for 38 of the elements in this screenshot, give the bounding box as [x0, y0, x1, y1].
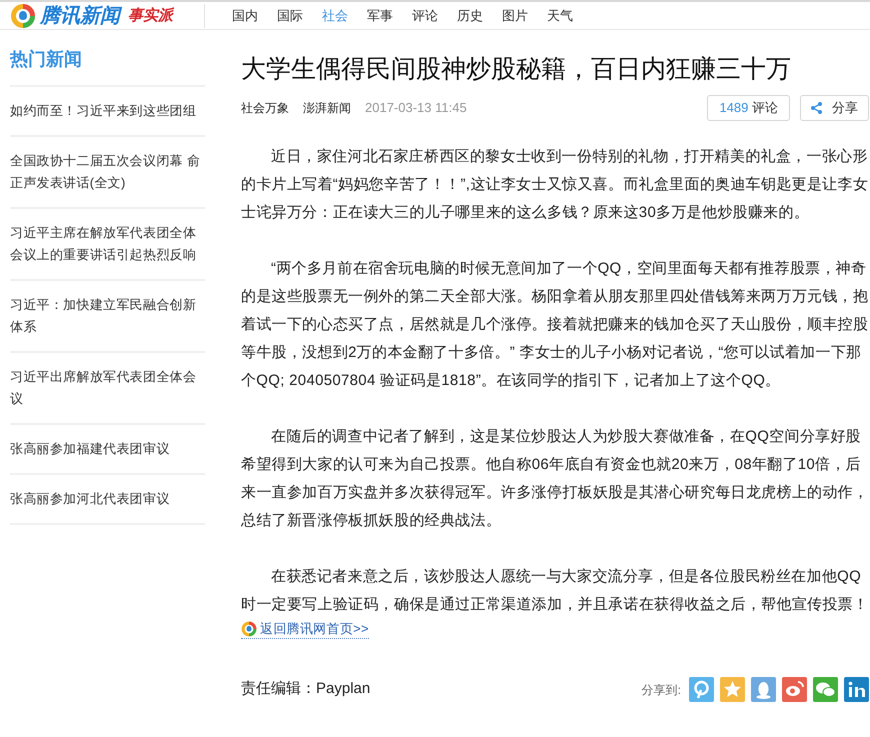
share-to-label: 分享到: [642, 682, 681, 698]
eye-icon[interactable] [782, 677, 807, 702]
news-link[interactable]: 张高丽参加河北代表团审议 [10, 488, 202, 510]
news-link[interactable]: 张高丽参加福建代表团审议 [10, 438, 202, 460]
logo-icon [241, 621, 257, 637]
news-link[interactable]: 如约而至！习近平来到这些团组 [10, 100, 202, 122]
article-title: 大学生偶得民间股神炒股秘籍，百日内狂赚三十万 [241, 54, 792, 85]
article-paragraph: 近日，家住河北石家庄桥西区的黎女士收到一份特别的礼物，打开精美的礼盒，一张心形的卡片上写着“妈妈您辛苦了！！”,这让李女士又惊又喜。而礼盒里面的奥迪车钥匙更是让李女士诧异万分：正在读大三的儿子哪里来的这么多钱？原来这30多万是他炒股赚来的。 [241, 147, 869, 223]
nav-link[interactable]: 军事 [367, 6, 393, 26]
penguin-icon[interactable] [751, 677, 776, 702]
chat-bubbles-icon[interactable] [813, 677, 838, 702]
category-link[interactable]: 社会万象 [241, 99, 289, 117]
sidebar-title: 热门新闻 [10, 30, 205, 87]
source-text: 澎湃新闻 [303, 100, 351, 117]
article-paragraph: “两个多月前在宿舍玩电脑的时候无意间加了一个QQ，空间里面每天都有推荐股票，神奇的是这些股票无一例外的第二天全部大涨。杨阳拿着从朋友那里四处借钱筹来两万万元钱，抱着试一下的心态买了点，居然就是几个涨停。接着就把赚来的钱加仓买了天山股份，顺丰控股等牛股，没想到2万的本金翻了十多倍。” 李女士的儿子小杨对记者说，“您可以试着加一下那个QQ; 2040507804 验证码是1818”。在该同学的指引下，记者加上了这个QQ。 [241, 259, 869, 391]
share-button[interactable]: 分享 [800, 95, 869, 121]
comment-button[interactable]: 1489 评论 [707, 95, 790, 121]
news-link[interactable]: 习近平：加快建立军民融合创新体系 [10, 294, 202, 338]
nav-link[interactable]: 图片 [502, 6, 528, 26]
share-pin-icon[interactable] [689, 677, 714, 702]
news-link[interactable]: 习近平主席在解放军代表团全体会议上的重要讲话引起热烈反响 [10, 222, 202, 266]
linkedin-icon[interactable] [844, 677, 869, 702]
channel-logo-text: 事实派 [128, 5, 173, 26]
nav-link[interactable]: 国际 [277, 6, 303, 26]
logo-text[interactable]: 腾讯新闻 [40, 6, 120, 26]
nav-link[interactable]: 天气 [547, 6, 573, 26]
article-paragraph: 在获悉记者来意之后，该炒股达人愿统一与大家交流分享，但是各位股民粉丝在加他QQ时一定要写上验证码，确保是通过正常渠道添加，并且承诺在获得收益之后，帮他宣传投票！ [241, 568, 868, 613]
news-link[interactable]: 习近平出席解放军代表团全体会议 [10, 366, 202, 410]
share-icon [811, 102, 822, 114]
nav-link[interactable]: 评论 [412, 6, 438, 26]
editor-credit: 责任编辑：Payplan [241, 679, 370, 700]
publish-time: 2017-03-13 11:45 [365, 99, 467, 118]
nav-link[interactable]: 国内 [232, 6, 258, 26]
news-link[interactable]: 全国政协十二届五次会议闭幕 俞正声发表讲话(全文) [10, 150, 202, 194]
home-link[interactable]: 返回腾讯网首页>> [241, 620, 369, 639]
logo-icon [10, 2, 36, 28]
nav-link[interactable]: 历史 [457, 6, 483, 26]
article-paragraph: 在随后的调查中记者了解到，这是某位炒股达人为炒股大赛做准备，在QQ空间分享好股希望得到大家的认可来为自己投票。他自称06年底自有资金也就20来万，08年翻了10倍，后来一直参加百万实盘并多次获得冠军。许多涨停打板妖股是其潜心研究每日龙虎榜上的动作，总结了新晋涨停板抓妖股的经典战法。 [241, 427, 869, 531]
